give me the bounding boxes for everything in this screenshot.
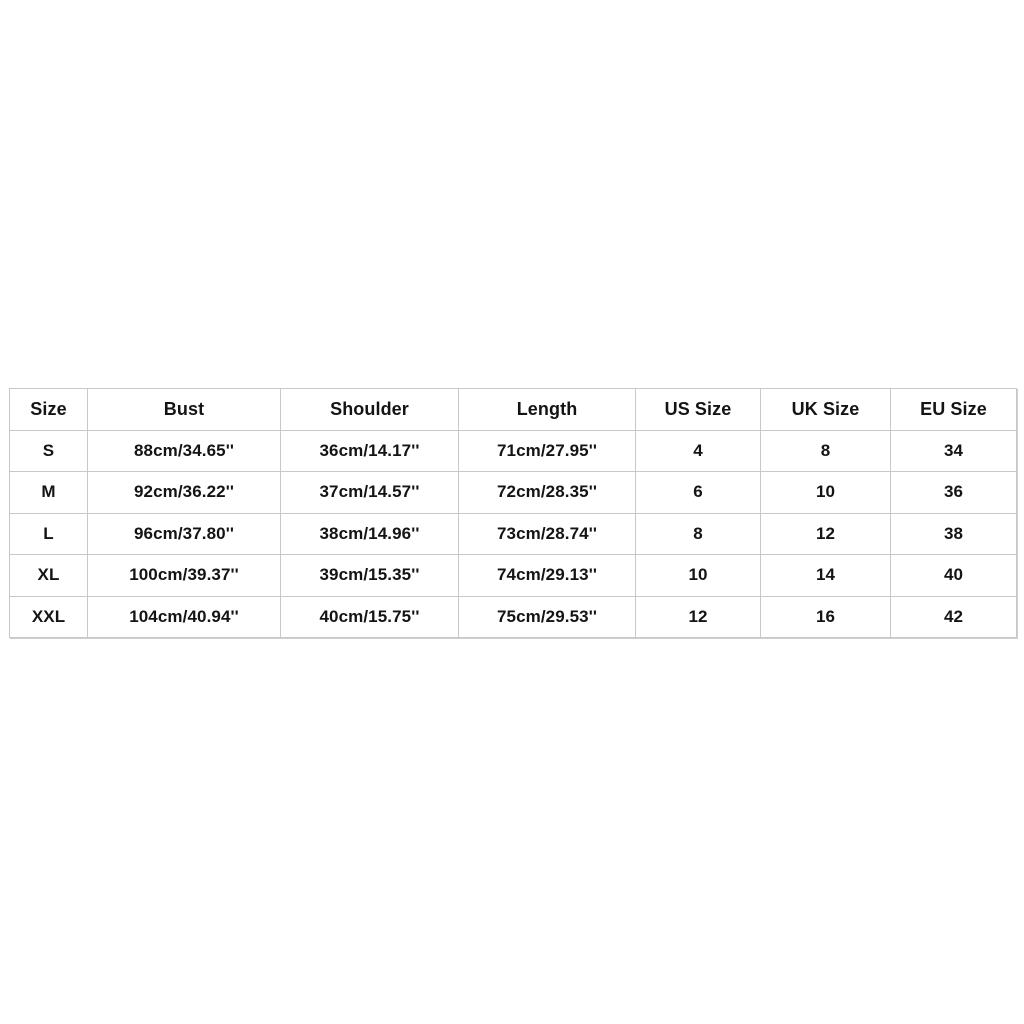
size-chart-table: Size Bust Shoulder Length US Size UK Siz… — [9, 388, 1017, 638]
cell-us-size: 6 — [635, 471, 761, 514]
cell-bust: 104cm/40.94'' — [87, 595, 281, 638]
cell-size: M — [9, 471, 88, 514]
cell-us-size: 12 — [635, 595, 761, 638]
cell-size: XXL — [9, 595, 88, 638]
cell-size: S — [9, 429, 88, 472]
cell-size: L — [9, 512, 88, 555]
header-shoulder: Shoulder — [280, 388, 459, 431]
cell-length: 75cm/29.53'' — [458, 595, 636, 638]
cell-shoulder: 37cm/14.57'' — [280, 471, 459, 514]
header-uk-size: UK Size — [760, 388, 891, 431]
cell-us-size: 4 — [635, 429, 761, 472]
cell-us-size: 10 — [635, 554, 761, 597]
cell-size: XL — [9, 554, 88, 597]
cell-length: 73cm/28.74'' — [458, 512, 636, 555]
cell-uk-size: 12 — [760, 512, 891, 555]
table-row: XL 100cm/39.37'' 39cm/15.35'' 74cm/29.13… — [9, 554, 1017, 597]
cell-shoulder: 36cm/14.17'' — [280, 429, 459, 472]
header-bust: Bust — [87, 388, 281, 431]
cell-eu-size: 40 — [890, 554, 1017, 597]
cell-bust: 96cm/37.80'' — [87, 512, 281, 555]
header-row: Size Bust Shoulder Length US Size UK Siz… — [9, 388, 1017, 431]
table-row: L 96cm/37.80'' 38cm/14.96'' 73cm/28.74''… — [9, 512, 1017, 555]
cell-eu-size: 42 — [890, 595, 1017, 638]
cell-bust: 92cm/36.22'' — [87, 471, 281, 514]
cell-eu-size: 38 — [890, 512, 1017, 555]
header-eu-size: EU Size — [890, 388, 1017, 431]
cell-uk-size: 14 — [760, 554, 891, 597]
cell-bust: 88cm/34.65'' — [87, 429, 281, 472]
cell-eu-size: 34 — [890, 429, 1017, 472]
cell-uk-size: 16 — [760, 595, 891, 638]
cell-bust: 100cm/39.37'' — [87, 554, 281, 597]
cell-uk-size: 8 — [760, 429, 891, 472]
cell-shoulder: 40cm/15.75'' — [280, 595, 459, 638]
table-row: S 88cm/34.65'' 36cm/14.17'' 71cm/27.95''… — [9, 429, 1017, 472]
cell-length: 71cm/27.95'' — [458, 429, 636, 472]
table-row: XXL 104cm/40.94'' 40cm/15.75'' 75cm/29.5… — [9, 595, 1017, 638]
cell-us-size: 8 — [635, 512, 761, 555]
header-us-size: US Size — [635, 388, 761, 431]
cell-uk-size: 10 — [760, 471, 891, 514]
cell-shoulder: 38cm/14.96'' — [280, 512, 459, 555]
header-size: Size — [9, 388, 88, 431]
cell-length: 72cm/28.35'' — [458, 471, 636, 514]
cell-shoulder: 39cm/15.35'' — [280, 554, 459, 597]
header-length: Length — [458, 388, 636, 431]
cell-eu-size: 36 — [890, 471, 1017, 514]
cell-length: 74cm/29.13'' — [458, 554, 636, 597]
table-row: M 92cm/36.22'' 37cm/14.57'' 72cm/28.35''… — [9, 471, 1017, 514]
